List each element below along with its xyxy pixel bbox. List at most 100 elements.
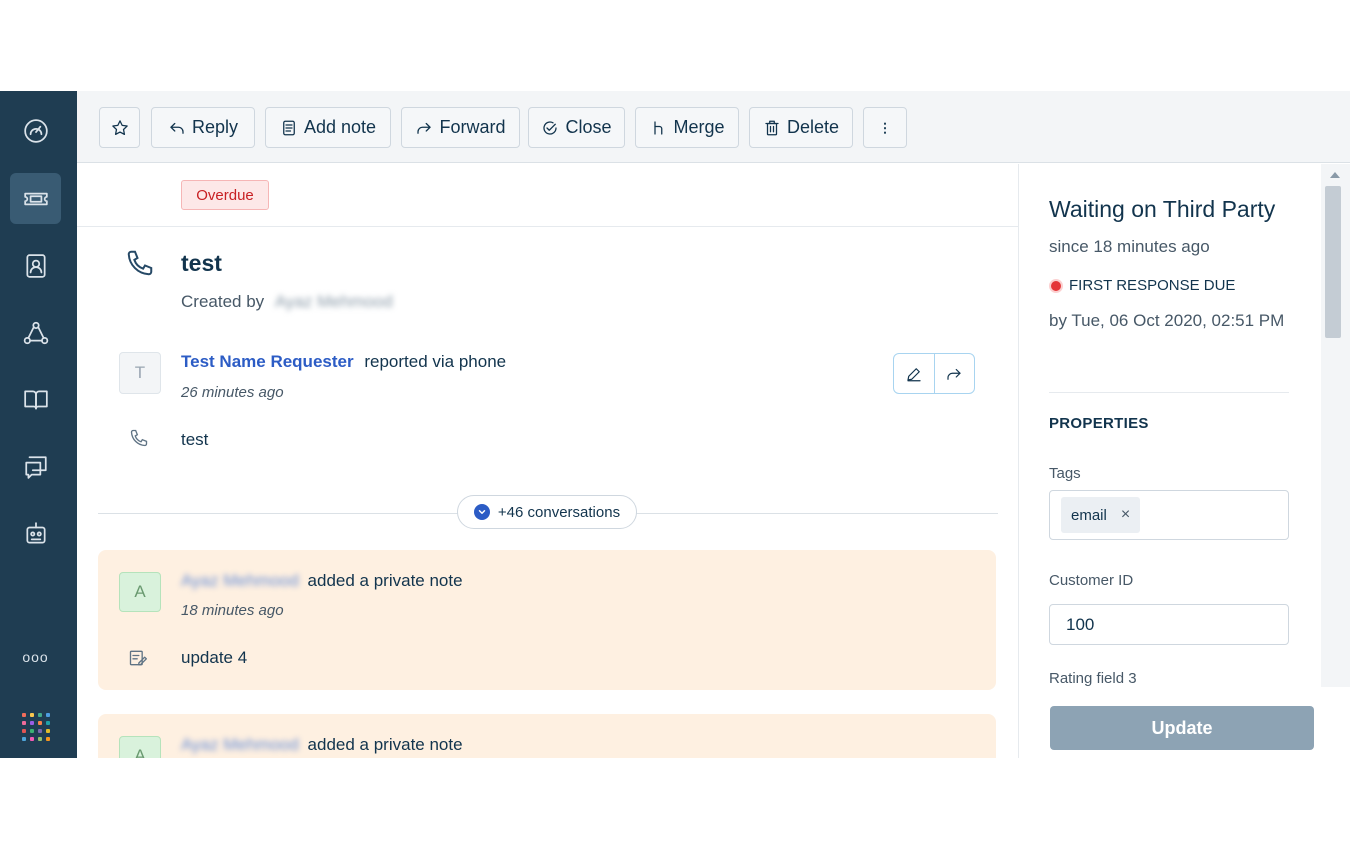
merge-button[interactable]: Merge [635,107,739,148]
phone-icon [127,250,153,276]
nav-dashboard[interactable] [10,105,61,156]
app-grid-dot [22,713,26,717]
dashboard-icon [23,118,48,143]
merge-icon [654,120,663,135]
app-grid-dot [22,737,26,741]
due-date: by Tue, 06 Oct 2020, 02:51 PM [1049,311,1285,330]
requester-line: Test Name Requester reported via phone [181,352,506,372]
conversations-count: +46 conversations [497,503,621,521]
add-note-button[interactable]: Add note [265,107,391,148]
created-by-name: Ayaz Mehmood [274,292,393,311]
customer-id-field[interactable]: 100 [1049,604,1289,645]
chevron-down-icon [473,504,490,520]
note-avatar: A [119,572,161,612]
update-button[interactable]: Update [1050,706,1314,750]
tags-label: Tags [1049,465,1081,482]
book-icon [23,389,48,410]
close-label: Close [565,117,612,137]
private-note: A Ayaz Mehmood added a private note [98,714,996,758]
note-icon [283,120,295,135]
requester-link[interactable]: Test Name Requester [181,352,354,371]
show-conversations-button[interactable]: +46 conversations [457,495,637,529]
reply-button[interactable]: Reply [151,107,255,148]
customer-id-label: Customer ID [1049,572,1134,589]
ticket-toolbar: Reply Add note Forward Close Merge Delet… [77,91,1350,163]
ticket-title: test [181,250,222,276]
app-grid-dot [38,737,42,741]
more-actions-button[interactable] [863,107,907,148]
groups-icon [23,321,48,344]
overdue-badge: Overdue [181,180,269,210]
app-grid-dot [30,713,34,717]
phone-icon [130,429,148,447]
apps-grid-icon[interactable] [22,713,50,741]
note-header: Ayaz Mehmood added a private note [181,571,463,591]
app-grid-dot [22,729,26,733]
due-label: FIRST RESPONSE DUE [1069,277,1236,294]
app-grid-dot [30,721,34,725]
note-author[interactable]: Ayaz Mehmood [181,571,299,591]
update-footer: Update [1018,687,1350,758]
divider [77,226,1018,227]
chat-icon [24,455,47,479]
delete-label: Delete [786,117,840,137]
requester-avatar: T [119,352,161,394]
nav-contacts[interactable] [10,240,61,291]
app-grid-dot [46,713,50,717]
contact-icon [25,253,46,278]
app-grid-dot [46,737,50,741]
note-header: Ayaz Mehmood added a private note [181,735,463,755]
forward-message-button[interactable] [935,354,975,393]
app-grid-dot [30,729,34,733]
created-by: Created by Ayaz Mehmood [181,292,393,312]
delete-button[interactable]: Delete [749,107,853,148]
nav-forums[interactable] [10,441,61,492]
note-avatar: A [119,736,161,758]
app-frame: ooo Reply Add note Forward Close Merge D… [0,91,1350,758]
left-nav: ooo [0,91,77,758]
requester-time: 26 minutes ago [181,384,284,401]
nav-more[interactable]: ooo [10,631,61,682]
note-author[interactable]: Ayaz Mehmood [181,735,299,755]
ticket-main: Overdue test Created by Ayaz Mehmood T T… [77,164,1018,758]
ticket-icon [23,192,48,205]
message-actions [893,353,975,394]
add-note-label: Add note [303,117,377,137]
requester-action: reported via phone [364,352,507,371]
forward-button[interactable]: Forward [401,107,520,148]
status-title: Waiting on Third Party [1049,196,1276,222]
reply-icon [170,122,184,134]
app-grid-dot [38,721,42,725]
ticket-properties-panel: Waiting on Third Party since 18 minutes … [1018,164,1321,758]
forward-icon [417,122,432,134]
tags-input[interactable]: email × [1049,490,1289,540]
first-response-due: FIRST RESPONSE DUE [1049,277,1235,294]
tag-remove-icon[interactable]: × [1121,506,1130,524]
private-note: A Ayaz Mehmood added a private note 18 m… [98,550,996,690]
properties-heading: PROPERTIES [1049,415,1149,432]
star-button[interactable] [99,107,140,148]
edit-button[interactable] [894,354,935,393]
star-icon [111,119,128,135]
scroll-up-icon[interactable] [1330,172,1340,178]
forward-label: Forward [439,117,506,137]
note-action: added a private note [307,735,463,754]
panel-scrollbar[interactable] [1321,164,1350,758]
app-grid-dot [46,721,50,725]
nav-knowledge-base[interactable] [10,374,61,425]
forward-icon [947,368,961,380]
app-grid-dot [46,729,50,733]
app-grid-dot [38,729,42,733]
due-status-dot [1049,278,1063,293]
note-action: added a private note [307,571,463,590]
close-ticket-button[interactable]: Close [528,107,625,148]
nav-social[interactable] [10,508,61,559]
tag-chip: email × [1061,497,1141,533]
nav-groups[interactable] [10,307,61,358]
note-body: update 4 [181,648,248,667]
ticket-description: test [181,430,209,449]
note-edit-icon [129,650,147,666]
nav-tickets[interactable] [10,173,61,224]
scroll-thumb[interactable] [1325,186,1341,338]
merge-label: Merge [673,117,725,137]
